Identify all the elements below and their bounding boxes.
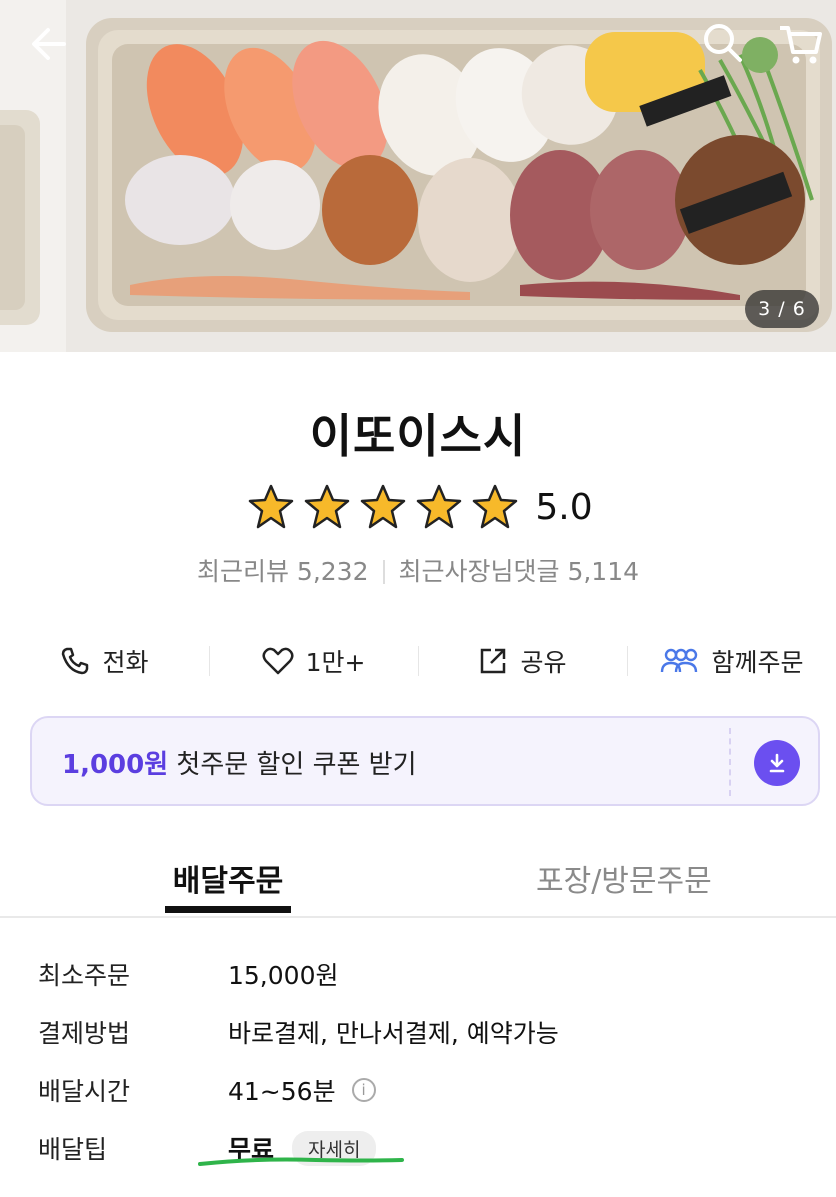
- delivery-time-row: 배달시간 41~56분 i: [38, 1072, 818, 1130]
- group-order-button[interactable]: 함께주문: [627, 636, 836, 686]
- order-type-tabs: 배달주문 포장/방문주문: [0, 840, 836, 918]
- coupon-banner[interactable]: 1,000원 첫주문 할인 쿠폰 받기: [30, 716, 820, 806]
- rating-row: 5.0: [0, 482, 836, 532]
- cart-button[interactable]: [776, 20, 824, 68]
- group-order-icon: [661, 648, 698, 673]
- download-icon: [769, 753, 785, 773]
- search-icon: [704, 24, 742, 62]
- store-info: 최소주문 15,000원 결제방법 바로결제, 만나서결제, 예약가능 배달시간…: [38, 956, 818, 1188]
- info-icon[interactable]: i: [351, 1078, 376, 1102]
- call-button[interactable]: 전화: [0, 636, 209, 686]
- coupon-text: 1,000원 첫주문 할인 쿠폰 받기: [62, 744, 417, 781]
- star-icon: [473, 484, 518, 529]
- owner-replies-link[interactable]: 최근사장님댓글 5,114: [399, 557, 640, 586]
- like-button[interactable]: 1만+: [209, 636, 418, 686]
- share-button[interactable]: 공유: [418, 636, 627, 686]
- hero-image-carousel[interactable]: 3 / 6: [0, 0, 836, 352]
- payment-row: 결제방법 바로결제, 만나서결제, 예약가능: [38, 1014, 818, 1072]
- review-stats: 최근리뷰 5,232 최근사장님댓글 5,114: [0, 552, 836, 588]
- back-arrow-icon: [32, 28, 66, 60]
- min-order-label: 최소주문: [38, 961, 131, 990]
- heart-icon: [262, 647, 294, 675]
- action-bar: 전화 1만+ 공유 함께주문: [0, 636, 836, 686]
- share-icon: [481, 648, 506, 674]
- rating-score: 5.0: [535, 486, 593, 528]
- star-icon: [417, 484, 462, 529]
- star-icon: [361, 484, 406, 529]
- image-counter: 3 / 6: [745, 290, 819, 328]
- delivery-tip-label: 배달팁: [38, 1135, 108, 1164]
- phone-icon: [62, 647, 89, 675]
- coupon-amount: 1,000원: [62, 750, 169, 780]
- tab-delivery-order[interactable]: 배달주문: [165, 856, 291, 913]
- payment-label: 결제방법: [38, 1019, 131, 1048]
- store-name: 이또이스시: [309, 409, 527, 463]
- search-button[interactable]: [700, 20, 744, 64]
- coupon-label: 첫주문 할인 쿠폰 받기: [168, 750, 417, 780]
- back-button[interactable]: [28, 22, 72, 66]
- cart-icon: [780, 26, 822, 64]
- star-icon: [305, 484, 350, 529]
- tab-pickup-order[interactable]: 포장/방문주문: [536, 856, 712, 900]
- call-label: 전화: [102, 648, 149, 677]
- recent-reviews-link[interactable]: 최근리뷰 5,232: [197, 557, 369, 586]
- divider: [382, 560, 385, 584]
- like-count: 1만+: [305, 648, 366, 677]
- share-label: 공유: [520, 648, 567, 677]
- payment-value: 바로결제, 만나서결제, 예약가능: [228, 1019, 559, 1048]
- highlight-underline: [198, 1157, 404, 1166]
- delivery-time-value: 41~56분: [228, 1077, 336, 1106]
- min-order-row: 최소주문 15,000원: [38, 956, 818, 1014]
- star-icon: [249, 484, 294, 529]
- group-order-label: 함께주문: [711, 648, 804, 677]
- delivery-time-label: 배달시간: [38, 1077, 131, 1106]
- delivery-tip-row: 배달팁 무료 자세히: [38, 1130, 818, 1188]
- coupon-divider: [729, 728, 731, 796]
- min-order-value: 15,000원: [228, 961, 339, 990]
- coupon-download-button[interactable]: [754, 740, 800, 786]
